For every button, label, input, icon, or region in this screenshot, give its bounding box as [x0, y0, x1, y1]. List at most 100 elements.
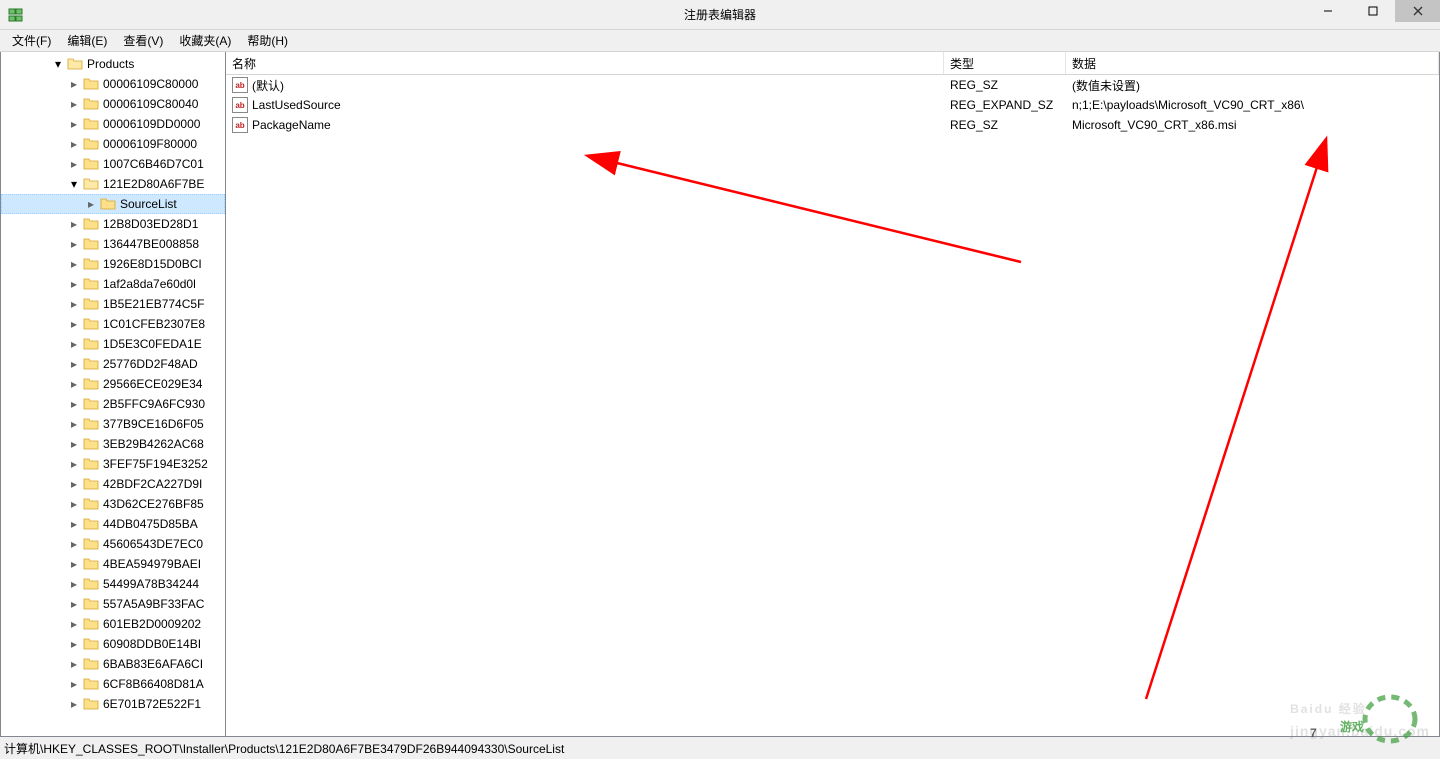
tree-node[interactable]: ▸ 2B5FFC9A6FC930 — [1, 394, 225, 414]
tree-node[interactable]: ▸ 1007C6B46D7C01 — [1, 154, 225, 174]
tree-node[interactable]: ▸00006109DD0000 — [1, 114, 225, 134]
expander-icon[interactable]: ▸ — [67, 577, 81, 591]
tree-node[interactable]: ▸54499A78B34244 — [1, 574, 225, 594]
expander-icon[interactable]: ▸ — [84, 197, 98, 211]
expander-icon[interactable]: ▸ — [67, 437, 81, 451]
expander-icon[interactable]: ▸ — [67, 617, 81, 631]
tree-node[interactable]: ▸6BAB83E6AFA6CI — [1, 654, 225, 674]
expander-icon[interactable]: ▾ — [67, 177, 81, 191]
tree-node[interactable]: ▸136447BE008858 — [1, 234, 225, 254]
tree-node[interactable]: ▸00006109F80000 — [1, 134, 225, 154]
maximize-button[interactable] — [1350, 0, 1395, 22]
column-data[interactable]: 数据 — [1066, 52, 1439, 74]
tree-node[interactable]: ▸44DB0475D85BA — [1, 514, 225, 534]
expander-icon[interactable]: ▸ — [67, 477, 81, 491]
tree-node[interactable]: ▸ 1af2a8da7e60d0l — [1, 274, 225, 294]
tree-node[interactable]: ▸ 29566ECE029E34 — [1, 374, 225, 394]
expander-icon[interactable]: ▸ — [67, 697, 81, 711]
expander-icon[interactable]: ▸ — [67, 657, 81, 671]
string-value-icon: ab — [232, 77, 248, 93]
list-panel[interactable]: 名称 类型 数据 ab(默认) REG_SZ (数值未设置) abLastUse… — [226, 52, 1439, 736]
tree-node[interactable]: ▸1C01CFEB2307E8 — [1, 314, 225, 334]
expander-icon[interactable]: ▸ — [67, 297, 81, 311]
tree-node[interactable]: ▸ 00006109C80040 — [1, 94, 225, 114]
tree-node[interactable]: ▸3FEF75F194E3252 — [1, 454, 225, 474]
tree-node[interactable]: ▸6CF8B66408D81A — [1, 674, 225, 694]
tree-label: 377B9CE16D6F05 — [103, 417, 204, 431]
expander-icon[interactable]: ▸ — [67, 237, 81, 251]
tree-label: 00006109C80040 — [103, 97, 198, 111]
expander-icon[interactable]: ▸ — [67, 397, 81, 411]
tree-label: 1007C6B46D7C01 — [103, 157, 204, 171]
expander-icon[interactable]: ▸ — [67, 317, 81, 331]
tree-label: 29566ECE029E34 — [103, 377, 202, 391]
registry-value-row[interactable]: ab(默认) REG_SZ (数值未设置) — [226, 75, 1439, 95]
app-icon — [8, 7, 24, 23]
expander-icon[interactable]: ▸ — [67, 357, 81, 371]
expander-icon[interactable]: ▸ — [67, 257, 81, 271]
close-button[interactable] — [1395, 0, 1440, 22]
expander-icon[interactable]: ▸ — [67, 677, 81, 691]
tree-node[interactable]: ▸4BEA594979BAEI — [1, 554, 225, 574]
tree-label: SourceList — [120, 197, 177, 211]
expander-icon[interactable]: ▸ — [67, 597, 81, 611]
registry-value-row[interactable]: abPackageName REG_SZ Microsoft_VC90_CRT_… — [226, 115, 1439, 135]
expander-icon[interactable]: ▸ — [67, 217, 81, 231]
menu-file[interactable]: 文件(F) — [4, 30, 59, 51]
tree-label: 121E2D80A6F7BE — [103, 177, 204, 191]
tree-node[interactable]: ▸1B5E21EB774C5F — [1, 294, 225, 314]
expander-icon[interactable]: ▾ — [51, 57, 65, 71]
tree-node[interactable]: ▸00006109C80000 — [1, 74, 225, 94]
menu-view[interactable]: 查看(V) — [115, 30, 171, 51]
expander-icon[interactable]: ▸ — [67, 417, 81, 431]
tree-node-products[interactable]: ▾Products — [1, 54, 225, 74]
value-name: PackageName — [252, 118, 331, 132]
tree-node-selected-parent[interactable]: ▾ 121E2D80A6F7BE — [1, 174, 225, 194]
tree-node[interactable]: ▸45606543DE7EC0 — [1, 534, 225, 554]
tree-node-sourcelist[interactable]: ▸ SourceList — [1, 194, 225, 214]
expander-icon[interactable]: ▸ — [67, 457, 81, 471]
tree-node[interactable]: ▸ 557A5A9BF33FAC — [1, 594, 225, 614]
menu-help[interactable]: 帮助(H) — [239, 30, 296, 51]
tree-label: 2B5FFC9A6FC930 — [103, 397, 205, 411]
tree-node[interactable]: ▸ 3EB29B4262AC68 — [1, 434, 225, 454]
tree-node[interactable]: ▸ 12B8D03ED28D1 — [1, 214, 225, 234]
tree-label: 1926E8D15D0BCI — [103, 257, 202, 271]
tree-label: 3EB29B4262AC68 — [103, 437, 204, 451]
tree-label: 12B8D03ED28D1 — [103, 217, 198, 231]
expander-icon[interactable]: ▸ — [67, 517, 81, 531]
registry-value-row[interactable]: abLastUsedSource REG_EXPAND_SZ n;1;E:\pa… — [226, 95, 1439, 115]
value-data: (数值未设置) — [1072, 77, 1140, 94]
tree-node[interactable]: ▸1D5E3C0FEDA1E — [1, 334, 225, 354]
expander-icon[interactable]: ▸ — [67, 137, 81, 151]
expander-icon[interactable]: ▸ — [67, 377, 81, 391]
expander-icon[interactable]: ▸ — [67, 537, 81, 551]
tree-node[interactable]: ▸25776DD2F48AD — [1, 354, 225, 374]
tree-node[interactable]: ▸42BDF2CA227D9I — [1, 474, 225, 494]
expander-icon[interactable]: ▸ — [67, 637, 81, 651]
menu-edit[interactable]: 编辑(E) — [59, 30, 115, 51]
minimize-button[interactable] — [1305, 0, 1350, 22]
expander-icon[interactable]: ▸ — [67, 97, 81, 111]
column-name[interactable]: 名称 — [226, 52, 944, 74]
tree-node[interactable]: ▸ 377B9CE16D6F05 — [1, 414, 225, 434]
expander-icon[interactable]: ▸ — [67, 157, 81, 171]
menu-favorites[interactable]: 收藏夹(A) — [171, 30, 239, 51]
tree-panel[interactable]: ▾Products▸00006109C80000▸00006109C80040▸… — [1, 52, 226, 736]
tree-label: 557A5A9BF33FAC — [103, 597, 204, 611]
tree-node[interactable]: ▸43D62CE276BF85 — [1, 494, 225, 514]
value-type: REG_SZ — [950, 78, 998, 92]
expander-icon[interactable]: ▸ — [67, 277, 81, 291]
expander-icon[interactable]: ▸ — [67, 557, 81, 571]
expander-icon[interactable]: ▸ — [67, 497, 81, 511]
column-type[interactable]: 类型 — [944, 52, 1066, 74]
tree-label: 1af2a8da7e60d0l — [103, 277, 196, 291]
tree-node[interactable]: ▸ 1926E8D15D0BCI — [1, 254, 225, 274]
expander-icon[interactable]: ▸ — [67, 77, 81, 91]
value-data: n;1;E:\payloads\Microsoft_VC90_CRT_x86\ — [1072, 98, 1304, 112]
tree-node[interactable]: ▸6E701B72E522F1 — [1, 694, 225, 714]
expander-icon[interactable]: ▸ — [67, 117, 81, 131]
tree-node[interactable]: ▸60908DDB0E14BI — [1, 634, 225, 654]
tree-node[interactable]: ▸601EB2D0009202 — [1, 614, 225, 634]
expander-icon[interactable]: ▸ — [67, 337, 81, 351]
